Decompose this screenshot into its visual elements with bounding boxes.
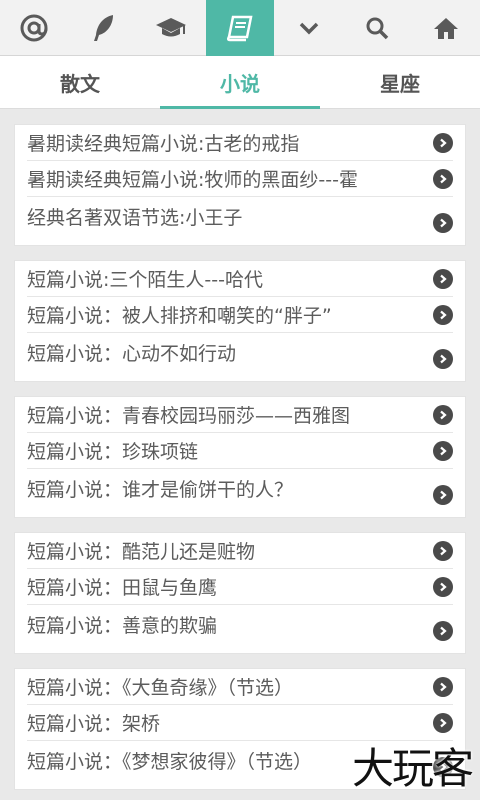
chevron-down-icon	[299, 22, 318, 35]
list-item[interactable]: 短篇小说：心动不如行动	[27, 333, 453, 381]
category-tabs: 散文 小说 星座	[0, 56, 480, 109]
search-button[interactable]	[343, 0, 412, 56]
search-icon	[366, 17, 389, 40]
list-item-title: 短篇小说：心动不如行动	[27, 343, 237, 365]
list-item[interactable]: 短篇小说：被人排挤和嘲笑的“胖子”	[27, 297, 453, 333]
list-item-title: 短篇小说:三个陌生人---哈代	[27, 269, 263, 291]
more-button[interactable]	[274, 0, 343, 56]
feather-icon	[93, 15, 113, 41]
chevron-right-icon[interactable]	[433, 132, 453, 153]
chevron-right-icon[interactable]	[433, 213, 453, 233]
chevron-right-icon[interactable]	[433, 621, 453, 641]
list-item-title: 短篇小说：《大鱼奇缘》（节选）	[27, 677, 294, 699]
article-group: 短篇小说:三个陌生人---哈代短篇小说：被人排挤和嘲笑的“胖子” 短篇小说：心动不…	[14, 260, 466, 382]
graduation-cap-icon	[156, 18, 187, 37]
top-toolbar	[0, 0, 480, 56]
graduation-cap-button[interactable]	[137, 0, 206, 56]
list-item[interactable]: 短篇小说：青春校园玛丽莎——西雅图	[27, 397, 453, 433]
home-button[interactable]	[411, 0, 480, 56]
tab-prose[interactable]: 散文	[0, 56, 160, 108]
feather-button[interactable]	[69, 0, 138, 56]
list-item-title: 短篇小说：谁才是偷饼干的人？	[27, 479, 294, 501]
list-item-title: 短篇小说：架桥	[27, 713, 161, 735]
tab-novel[interactable]: 小说	[160, 56, 320, 109]
chevron-right-icon[interactable]	[433, 676, 453, 697]
list-item[interactable]: 短篇小说：田鼠与鱼鹰	[27, 569, 453, 605]
chevron-right-icon[interactable]	[433, 304, 453, 325]
chevron-right-icon[interactable]	[433, 576, 453, 597]
watermark-logo: 大玩客	[351, 744, 474, 793]
at-button[interactable]	[0, 0, 69, 56]
list-item-title: 暑期读经典短篇小说:古老的戒指	[27, 133, 300, 155]
list-item[interactable]: 经典名著双语节选:小王子	[27, 197, 453, 245]
at-icon	[20, 14, 48, 42]
list-item[interactable]: 暑期读经典短篇小说:牧师的黑面纱---霍	[27, 161, 453, 197]
article-group: 短篇小说：酷范儿还是赃物 短篇小说：田鼠与鱼鹰 短篇小说：善意的欺骗	[14, 532, 466, 654]
book-button[interactable]	[205, 0, 275, 56]
chevron-right-icon[interactable]	[433, 268, 453, 289]
chevron-right-icon[interactable]	[433, 540, 453, 561]
list-item[interactable]: 短篇小说：谁才是偷饼干的人？	[27, 469, 453, 517]
list-item-title: 短篇小说：酷范儿还是赃物	[27, 541, 256, 563]
chevron-right-icon[interactable]	[433, 712, 453, 733]
list-item[interactable]: 暑期读经典短篇小说:古老的戒指	[27, 125, 453, 161]
home-icon	[433, 18, 458, 39]
list-item-title: 短篇小说：珍珠项链	[27, 441, 199, 463]
list-item-title: 经典名著双语节选:小王子	[27, 207, 243, 229]
book-icon	[226, 15, 253, 42]
list-item[interactable]: 短篇小说：珍珠项链	[27, 433, 453, 469]
chevron-right-icon[interactable]	[433, 404, 453, 425]
article-list: 暑期读经典短篇小说:古老的戒指暑期读经典短篇小说:牧师的黑面纱---霍 经典名著双…	[14, 124, 466, 800]
chevron-right-icon[interactable]	[433, 349, 453, 369]
list-item-title: 短篇小说：田鼠与鱼鹰	[27, 577, 218, 599]
list-item-title: 短篇小说：善意的欺骗	[27, 615, 218, 637]
chevron-right-icon[interactable]	[433, 485, 453, 505]
article-group: 暑期读经典短篇小说:古老的戒指暑期读经典短篇小说:牧师的黑面纱---霍 经典名著双…	[14, 124, 466, 246]
list-item[interactable]: 短篇小说：《大鱼奇缘》（节选）	[27, 669, 453, 705]
tab-horoscope[interactable]: 星座	[320, 56, 480, 108]
chevron-right-icon[interactable]	[433, 440, 453, 461]
list-item[interactable]: 短篇小说：酷范儿还是赃物	[27, 533, 453, 569]
list-item-title: 短篇小说：被人排挤和嘲笑的“胖子”	[27, 305, 332, 327]
list-item-title: 短篇小说：青春校园玛丽莎——西雅图	[27, 405, 351, 427]
list-item[interactable]: 短篇小说:三个陌生人---哈代	[27, 261, 453, 297]
list-item-title: 暑期读经典短篇小说:牧师的黑面纱---霍	[27, 169, 358, 191]
chevron-right-icon[interactable]	[433, 168, 453, 189]
list-item[interactable]: 短篇小说：善意的欺骗	[27, 605, 453, 653]
article-group: 短篇小说：青春校园玛丽莎——西雅图 短篇小说：珍珠项链短篇小说：谁才是偷饼干的人？	[14, 396, 466, 518]
